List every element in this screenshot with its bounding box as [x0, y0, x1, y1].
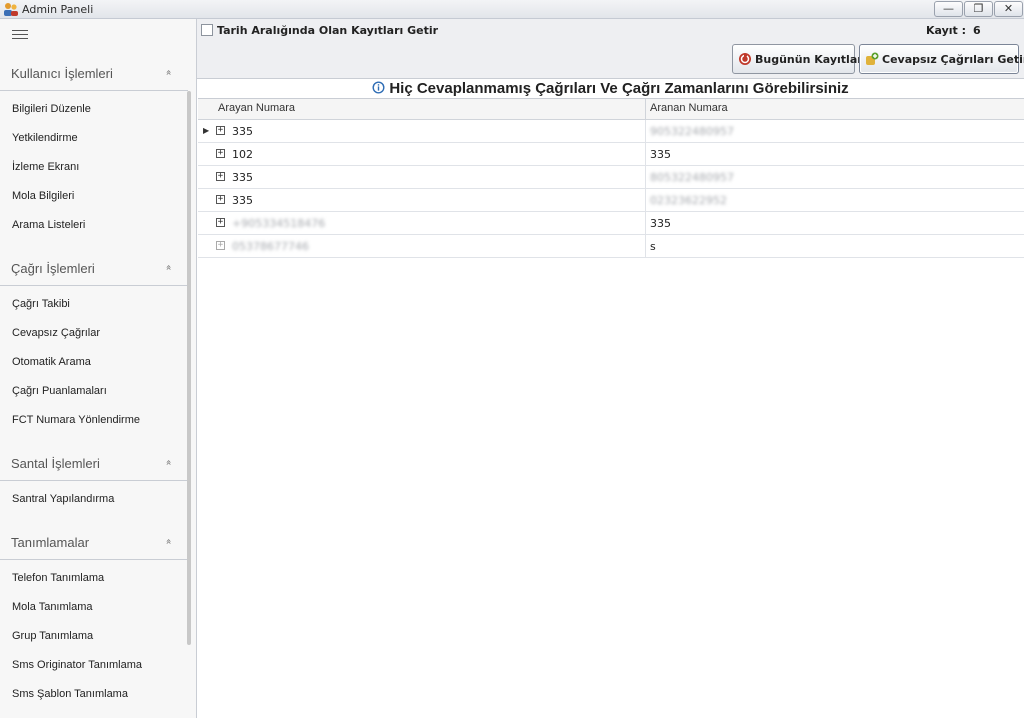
get-missed-calls-label: Cevapsız Çağrıları Getir	[882, 53, 1024, 66]
sidebar-item-cagri-takibi[interactable]: Çağrı Takibi	[12, 298, 70, 310]
section-header-kullanici[interactable]: Kullanıcı İşlemleri »	[0, 55, 188, 91]
todays-records-label: Bugünün Kayıtları	[755, 53, 867, 66]
expand-row-icon[interactable]: +	[216, 149, 225, 158]
page-heading-text: Hiç Cevaplanmamış Çağrıları Ve Çağrı Zam…	[389, 80, 849, 97]
caller-cell: 335	[232, 125, 253, 138]
maximize-button[interactable]: ❐	[964, 1, 993, 17]
section-header-cagri[interactable]: Çağrı İşlemleri »	[0, 250, 188, 286]
record-count-label: Kayıt :	[926, 24, 967, 37]
title-bar: Admin Paneli — ❐ ✕	[0, 0, 1024, 19]
sidebar-item-arama-listeleri[interactable]: Arama Listeleri	[12, 219, 85, 231]
minimize-button[interactable]: —	[934, 1, 963, 17]
table-row[interactable]: + 335 02323622952	[198, 189, 1024, 212]
table-row[interactable]: + 102 335	[198, 143, 1024, 166]
refresh-icon	[739, 53, 751, 65]
chevron-up-icon[interactable]: »	[164, 538, 175, 544]
close-button[interactable]: ✕	[994, 1, 1023, 17]
table-row[interactable]: ▶ + 335 905322480957	[198, 120, 1024, 143]
column-separator	[645, 99, 646, 120]
caller-cell: 335	[232, 194, 253, 207]
sidebar-item-grup-tanimlama[interactable]: Grup Tanımlama	[12, 630, 93, 642]
todays-records-button[interactable]: Bugünün Kayıtları	[732, 44, 866, 74]
callee-cell: 335	[650, 148, 671, 161]
window-title: Admin Paneli	[22, 3, 94, 16]
section-title: Çağrı İşlemleri	[11, 261, 95, 276]
chevron-up-icon[interactable]: »	[164, 69, 175, 75]
section-header-tanimlamalar[interactable]: Tanımlamalar »	[0, 524, 188, 560]
cell-separator	[645, 235, 646, 258]
expand-row-icon[interactable]: +	[216, 218, 225, 227]
caller-cell: 05378677746	[232, 240, 309, 253]
chevron-up-icon[interactable]: »	[164, 264, 175, 270]
callee-cell: 905322480957	[650, 125, 734, 138]
cell-separator	[645, 212, 646, 235]
section-title: Kullanıcı İşlemleri	[11, 66, 113, 81]
cell-separator	[645, 120, 646, 143]
sidebar-item-telefon-tanimlama[interactable]: Telefon Tanımlama	[12, 572, 104, 584]
sidebar-item-yetkilendirme[interactable]: Yetkilendirme	[12, 132, 78, 144]
section-title: Tanımlamalar	[11, 535, 90, 550]
row-indicator-icon: ▶	[203, 126, 210, 135]
sidebar: Kullanıcı İşlemleri » Bilgileri Düzenle …	[0, 19, 197, 718]
sidebar-scrollbar[interactable]	[187, 91, 191, 645]
table-row[interactable]: + +905334518476 335	[198, 212, 1024, 235]
callee-cell: s	[650, 240, 656, 253]
info-icon	[372, 81, 385, 94]
table-row[interactable]: + 335 805322480957	[198, 166, 1024, 189]
cell-separator	[645, 143, 646, 166]
sidebar-item-sms-originator[interactable]: Sms Originator Tanımlama	[12, 659, 142, 671]
sidebar-item-fct-numara[interactable]: FCT Numara Yönlendirme	[12, 414, 140, 426]
toolbar: Tarih Aralığında Olan Kayıtları Getir Ka…	[197, 19, 1024, 79]
date-range-checkbox[interactable]	[201, 24, 213, 36]
callee-cell: 335	[650, 217, 671, 230]
sidebar-item-cagri-puanlamalari[interactable]: Çağrı Puanlamaları	[12, 385, 107, 397]
caller-cell: 102	[232, 148, 253, 161]
cell-separator	[645, 166, 646, 189]
calls-grid: Arayan Numara Aranan Numara ▶ + 335 9053…	[198, 98, 1024, 718]
caller-cell: 335	[232, 171, 253, 184]
expand-row-icon[interactable]: +	[216, 241, 225, 250]
expand-row-icon[interactable]: +	[216, 126, 225, 135]
sidebar-item-mola-tanimlama[interactable]: Mola Tanımlama	[12, 601, 93, 613]
section-title: Santal İşlemleri	[11, 456, 100, 471]
cell-separator	[645, 189, 646, 212]
page-heading: Hiç Cevaplanmamış Çağrıları Ve Çağrı Zam…	[197, 79, 1024, 98]
grid-header: Arayan Numara Aranan Numara	[198, 99, 1024, 120]
table-row[interactable]: + 05378677746 s	[198, 235, 1024, 258]
expand-row-icon[interactable]: +	[216, 172, 225, 181]
chevron-up-icon[interactable]: »	[164, 459, 175, 465]
hamburger-icon[interactable]	[12, 30, 28, 42]
section-header-santal[interactable]: Santal İşlemleri »	[0, 445, 188, 481]
sidebar-item-otomatik-arama[interactable]: Otomatik Arama	[12, 356, 91, 368]
sidebar-item-bilgileri-duzenle[interactable]: Bilgileri Düzenle	[12, 103, 91, 115]
sidebar-item-santral-yapilandirma[interactable]: Santral Yapılandırma	[12, 493, 114, 505]
get-missed-calls-button[interactable]: Cevapsız Çağrıları Getir	[859, 44, 1024, 74]
sidebar-item-cevapsiz-cagrilar[interactable]: Cevapsız Çağrılar	[12, 327, 100, 339]
callee-cell: 02323622952	[650, 194, 727, 207]
column-header-callee[interactable]: Aranan Numara	[650, 102, 728, 114]
record-count-value: 6	[973, 24, 981, 37]
sidebar-item-sms-sablon[interactable]: Sms Şablon Tanımlama	[12, 688, 128, 700]
app-users-icon	[4, 3, 18, 16]
caller-cell: +905334518476	[232, 217, 326, 230]
add-call-icon	[866, 52, 879, 65]
expand-row-icon[interactable]: +	[216, 195, 225, 204]
callee-cell: 805322480957	[650, 171, 734, 184]
date-range-label[interactable]: Tarih Aralığında Olan Kayıtları Getir	[217, 24, 438, 37]
column-header-caller[interactable]: Arayan Numara	[218, 102, 295, 114]
sidebar-item-izleme-ekrani[interactable]: İzleme Ekranı	[12, 161, 79, 173]
sidebar-item-mola-bilgileri[interactable]: Mola Bilgileri	[12, 190, 74, 202]
